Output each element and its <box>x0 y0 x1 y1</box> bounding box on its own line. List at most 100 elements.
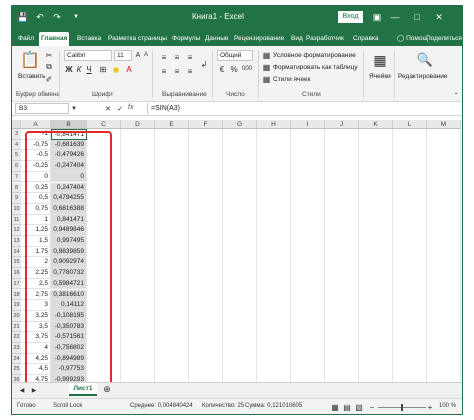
row-header[interactable]: 24 <box>12 353 21 365</box>
align-bottom-icon[interactable]: ≡ <box>184 52 196 62</box>
row-header[interactable]: 3 <box>12 129 21 140</box>
close-icon[interactable]: ✕ <box>432 10 446 24</box>
italic-icon[interactable]: К <box>75 64 83 74</box>
tab-developer[interactable]: Разработчик <box>304 32 346 46</box>
format-table-button[interactable]: Форматировать как таблицу <box>273 64 358 71</box>
column-header-e[interactable]: E <box>155 120 189 129</box>
select-all-corner[interactable] <box>12 120 21 129</box>
row-header[interactable]: 8 <box>12 182 21 194</box>
row-header[interactable]: 17 <box>12 278 21 290</box>
ribbon-options-icon[interactable]: ▣ <box>370 10 384 24</box>
increase-font-icon[interactable]: A <box>134 50 142 60</box>
percent-icon[interactable]: % <box>229 64 239 74</box>
row-header[interactable]: 10 <box>12 203 21 215</box>
tab-data[interactable]: Данные <box>203 32 230 46</box>
align-top-icon[interactable]: ≡ <box>158 52 170 62</box>
row-header[interactable]: 23 <box>12 343 21 354</box>
paste-icon[interactable]: 📋 <box>20 50 40 70</box>
column-header-h[interactable]: H <box>257 120 291 129</box>
currency-icon[interactable]: € <box>217 64 227 74</box>
page-break-view-icon[interactable]: ▧ <box>354 402 364 412</box>
row-header[interactable]: 9 <box>12 193 21 204</box>
tab-file[interactable]: Файл <box>16 32 36 46</box>
conditional-format-button[interactable]: Условное форматирование <box>273 52 356 59</box>
editing-button[interactable]: Редактирование <box>398 73 448 80</box>
column-header-f[interactable]: F <box>189 120 223 129</box>
row-header[interactable]: 13 <box>12 236 21 247</box>
cell-styles-button[interactable]: Стили ячеек <box>273 76 311 83</box>
font-size-select[interactable]: 11 <box>114 50 132 61</box>
column-header-j[interactable]: J <box>325 120 359 129</box>
copy-icon[interactable]: ⧉ <box>44 62 54 72</box>
redo-icon[interactable]: ↷ <box>51 11 63 23</box>
row-header[interactable]: 12 <box>12 225 21 236</box>
add-sheet-icon[interactable]: ⊕ <box>102 384 112 395</box>
column-header-b[interactable]: B <box>51 120 87 129</box>
insert-function-icon[interactable]: fx <box>128 104 133 111</box>
tab-review[interactable]: Рецензирование <box>232 32 286 46</box>
row-header[interactable]: 16 <box>12 268 21 279</box>
row-header[interactable]: 19 <box>12 300 21 311</box>
column-header-m[interactable]: M <box>427 120 461 129</box>
minimize-icon[interactable]: — <box>388 10 402 24</box>
sheet-tab[interactable]: Лист1 <box>69 383 97 396</box>
row-header[interactable]: 18 <box>12 289 21 301</box>
tab-insert[interactable]: Вставка <box>75 32 103 46</box>
row-header[interactable]: 11 <box>12 214 21 226</box>
row-header[interactable]: 6 <box>12 161 21 172</box>
row-header[interactable]: 5 <box>12 150 21 162</box>
cells-button[interactable]: Ячейки <box>369 73 391 80</box>
next-sheet-icon[interactable]: ▶ <box>30 385 38 395</box>
underline-icon[interactable]: Ч <box>85 64 93 74</box>
tab-page-layout[interactable]: Разметка страницы <box>106 32 169 46</box>
share-button[interactable]: Поделиться <box>426 32 462 46</box>
number-format-select[interactable]: Общий <box>217 50 253 61</box>
decrease-font-icon[interactable]: A <box>142 50 150 60</box>
collapse-ribbon-icon[interactable]: ⌃ <box>452 91 460 99</box>
enter-icon[interactable]: ✓ <box>116 104 124 114</box>
column-header-g[interactable]: G <box>223 120 257 129</box>
format-painter-icon[interactable]: ✐ <box>44 74 54 84</box>
name-box[interactable]: B3 <box>15 103 69 114</box>
align-center-icon[interactable]: ≡ <box>171 66 183 76</box>
borders-icon[interactable]: ⊞ <box>98 64 108 74</box>
row-header[interactable]: 22 <box>12 332 21 343</box>
page-layout-view-icon[interactable]: ▤ <box>342 402 352 412</box>
tab-formulas[interactable]: Формулы <box>170 32 202 46</box>
zoom-level[interactable]: 100 % <box>439 403 456 409</box>
cut-icon[interactable]: ✂ <box>44 50 54 60</box>
thousands-icon[interactable]: 000 <box>241 64 253 74</box>
zoom-in-icon[interactable]: + <box>426 402 434 412</box>
prev-sheet-icon[interactable]: ◀ <box>18 385 26 395</box>
column-header-a[interactable]: A <box>21 120 51 129</box>
normal-view-icon[interactable]: ▦ <box>330 402 340 412</box>
column-header-l[interactable]: L <box>393 120 427 129</box>
tell-me-search[interactable]: ◯ Помощ <box>397 32 428 46</box>
tab-home[interactable]: Главная <box>39 32 70 46</box>
row-header[interactable]: 15 <box>12 257 21 269</box>
undo-icon[interactable]: ↶ <box>34 11 46 23</box>
column-header-d[interactable]: D <box>121 120 155 129</box>
font-name-select[interactable]: Calibri <box>64 50 112 61</box>
save-icon[interactable]: 💾 <box>17 11 29 23</box>
cells-icon[interactable]: ▦ <box>372 52 388 68</box>
align-right-icon[interactable]: ≡ <box>184 66 196 76</box>
align-left-icon[interactable]: ≡ <box>158 66 170 76</box>
signin-button[interactable]: Вход <box>338 11 363 23</box>
bold-icon[interactable]: Ж <box>65 64 73 74</box>
font-color-icon[interactable]: A <box>124 64 134 74</box>
row-header[interactable]: 21 <box>12 321 21 333</box>
zoom-slider-thumb[interactable] <box>401 404 403 411</box>
tab-view[interactable]: Вид <box>289 32 305 46</box>
maximize-icon[interactable]: □ <box>410 10 424 24</box>
tab-help[interactable]: Справка <box>351 32 381 46</box>
cancel-icon[interactable]: ✕ <box>104 104 112 114</box>
zoom-out-icon[interactable]: − <box>368 402 376 412</box>
fill-color-icon[interactable]: ◉ <box>111 64 121 74</box>
row-header[interactable]: 4 <box>12 139 21 151</box>
paste-button[interactable]: Вставить <box>18 73 46 80</box>
wrap-text-icon[interactable]: ↲ <box>198 59 210 69</box>
row-header[interactable]: 20 <box>12 310 21 322</box>
column-header-i[interactable]: I <box>291 120 325 129</box>
row-header[interactable]: 25 <box>12 364 21 376</box>
